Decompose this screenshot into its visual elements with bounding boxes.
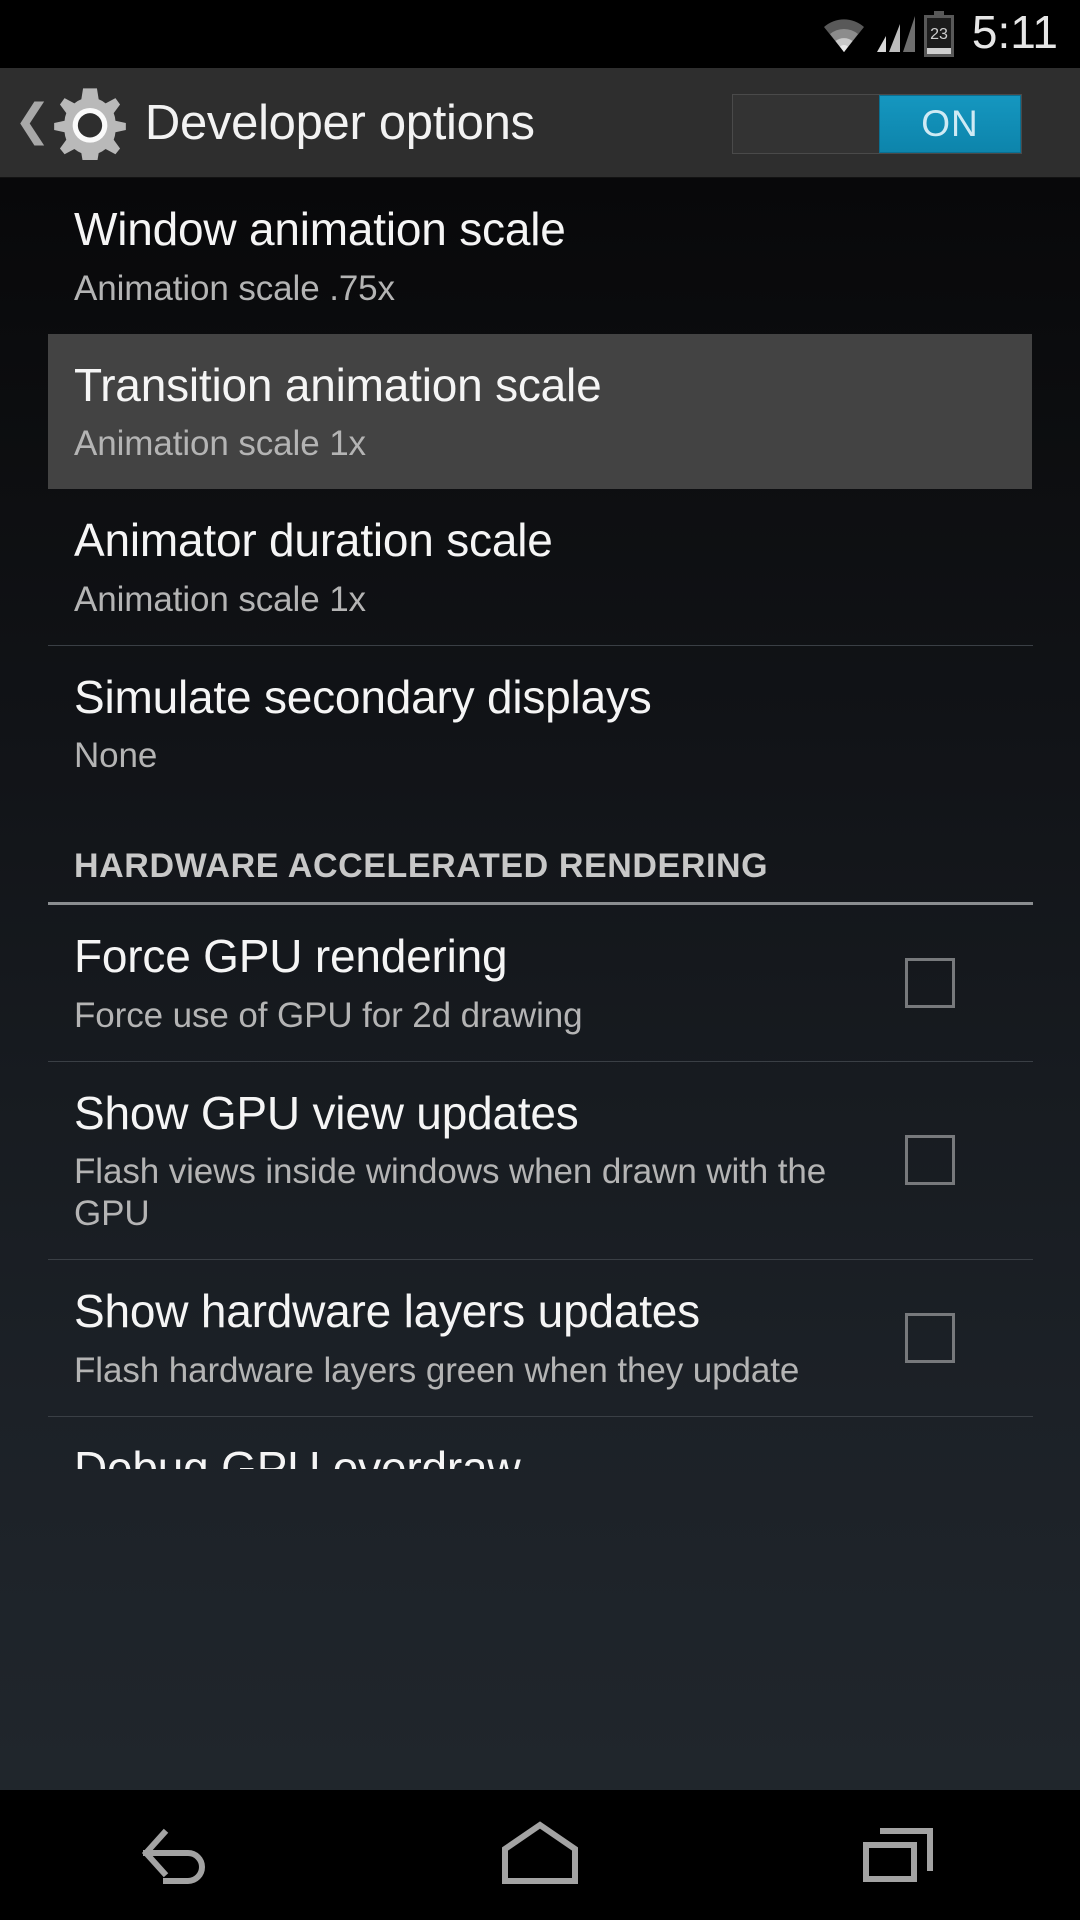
status-bar-clock: 5:11 [971,6,1058,58]
list-item[interactable]: Simulate secondary displays None [0,646,1080,802]
action-bar: ❮ Developer options ON [0,68,1080,178]
list-item-title: Simulate secondary displays [74,670,652,723]
list-item-title: Debug GPU overdraw [74,1441,521,1469]
signal-icon [876,16,915,52]
list-item-subtitle: Animation scale 1x [74,424,366,464]
list-item-subtitle: Animation scale 1x [74,579,366,619]
toggle-thumb-on-label[interactable]: ON [879,95,1021,153]
list-item[interactable]: Force GPU rendering Force use of GPU for… [0,905,1080,1061]
list-item-subtitle: Animation scale .75x [74,268,395,308]
list-item-subtitle: Force use of GPU for 2d drawing [74,995,583,1035]
section-header: HARDWARE ACCELERATED RENDERING [0,801,1080,902]
list-item-title: Window animation scale [74,203,566,255]
list-item-subtitle: None [74,736,158,776]
gear-icon [54,87,126,160]
list-item[interactable]: Window animation scale Animation scale .… [0,178,1080,334]
settings-list[interactable]: Window animation scale Animation scale .… [0,178,1080,1790]
list-item-subtitle: Flash hardware layers green when they up… [74,1350,800,1390]
checkbox-force-gpu-rendering[interactable] [905,957,955,1008]
list-item-selected[interactable]: Transition animation scale Animation sca… [48,333,1032,490]
android-screen: 23 5:11 ❮ Developer options ON Window an… [0,0,1080,1920]
battery-icon: 23 [923,11,954,57]
list-item-title: Transition animation scale [74,358,602,411]
nav-back-button[interactable] [80,1790,280,1920]
list-item-title: Animator duration scale [74,514,553,567]
battery-level-text: 23 [930,26,948,43]
list-item-title: Show hardware layers updates [74,1285,700,1338]
checkbox-show-hardware-layers-updates[interactable] [905,1312,955,1363]
list-item-partial[interactable]: Debug GPU overdraw [0,1417,1080,1469]
back-chevron-icon[interactable]: ❮ [14,98,51,143]
section-header-label: HARDWARE ACCELERATED RENDERING [74,847,769,886]
list-item[interactable]: Show GPU view updates Flash views inside… [0,1062,1080,1260]
list-item-subtitle: Flash views inside windows when drawn wi… [74,1152,827,1234]
list-item[interactable]: Show hardware layers updates Flash hardw… [0,1260,1080,1416]
status-bar: 23 5:11 [0,0,1080,68]
back-nav-icon [141,1828,205,1884]
nav-home-button[interactable] [440,1790,640,1920]
wifi-icon [823,19,864,52]
list-item-title: Force GPU rendering [74,930,508,983]
recents-nav-icon [863,1828,933,1882]
home-nav-icon [502,1821,578,1884]
navigation-bar [0,1790,1080,1920]
checkbox-show-gpu-view-updates[interactable] [905,1135,955,1186]
nav-recents-button[interactable] [800,1790,1000,1920]
action-bar-up-affordance[interactable]: ❮ Developer options [0,86,535,160]
list-item[interactable]: Animator duration scale Animation scale … [0,489,1080,645]
page-title: Developer options [144,95,535,150]
status-bar-icons: 23 [822,11,956,57]
list-item-title: Show GPU view updates [74,1086,579,1139]
developer-options-toggle[interactable]: ON [732,94,1022,154]
